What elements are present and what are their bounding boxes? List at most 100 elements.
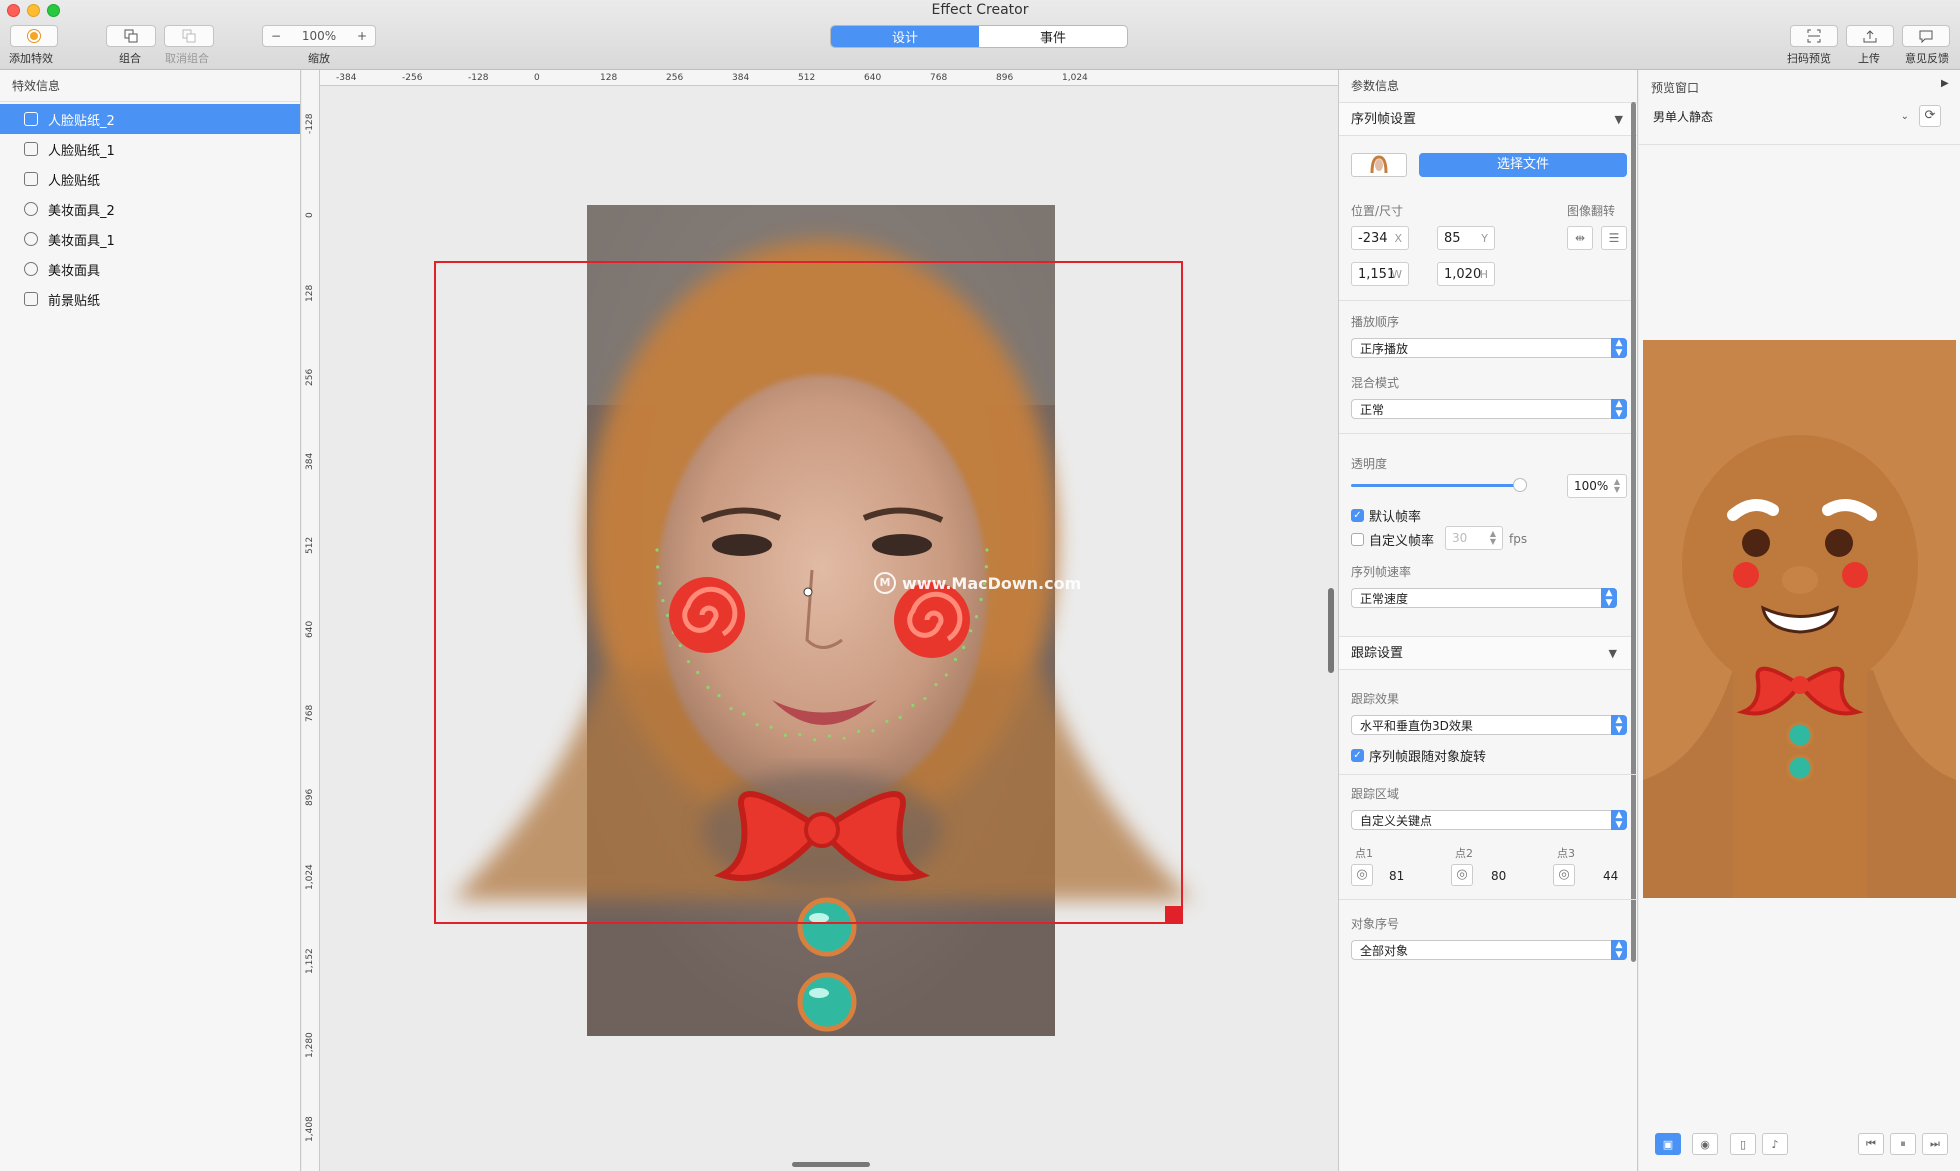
stepper-icon[interactable]: ▲ ▼ [1490,530,1496,546]
portrait-mode-button[interactable]: ▣ [1655,1133,1681,1155]
landmark-dot [962,645,966,650]
pause-button[interactable]: ⏸ [1890,1133,1916,1155]
preview-render [1643,340,1956,898]
layer-item[interactable]: 前景贴纸 [0,284,300,314]
layer-item[interactable]: 人脸贴纸_1 [0,134,300,164]
custom-fps-checkbox[interactable]: 自定义帧率 [1351,530,1434,549]
watermark-text: www.MacDown.com [902,573,1082,593]
point2-value: 80 [1491,869,1507,883]
layer-label: 人脸贴纸_2 [48,113,115,129]
landmark-dot [944,673,948,677]
point3-target-icon[interactable]: ◎ [1553,864,1575,886]
height-field[interactable]: 1,020 H [1437,262,1495,286]
preview-left-eye [1742,529,1770,557]
sequence-section-title: 序列帧设置 [1351,112,1417,127]
select-arrows-icon: ▲ ▼ [1601,588,1617,608]
params-scrollbar[interactable] [1631,102,1636,962]
layer-item[interactable]: 人脸贴纸 [0,164,300,194]
device-button[interactable]: ▯ [1730,1133,1756,1155]
play-order-select[interactable]: 正序播放 ▲ ▼ [1351,338,1627,358]
point2-target-icon[interactable]: ◎ [1451,864,1473,886]
divider [1339,899,1639,900]
landmark-dot [923,696,927,701]
speaker-icon: ♪ [1771,1137,1779,1151]
upload-button[interactable] [1846,25,1894,47]
layers-header: 特效信息 [0,70,300,102]
camera-mode-button[interactable]: ◉ [1692,1133,1718,1155]
x-field[interactable]: -234 X [1351,226,1409,250]
point3-label: 点3 [1557,847,1575,860]
flip-label: 图像翻转 [1567,204,1616,218]
flip-horizontal-button[interactable]: ⇹ [1567,226,1593,250]
previous-frame-button[interactable]: ⏮ [1858,1133,1884,1155]
stepper-icon[interactable]: ▲ ▼ [1614,478,1620,494]
speed-select[interactable]: 正常速度 ▲ ▼ [1351,588,1617,608]
sound-button[interactable]: ♪ [1762,1133,1788,1155]
layer-item[interactable]: 人脸贴纸_2 [0,104,300,134]
layer-item[interactable]: 美妆面具 [0,254,300,284]
model-select[interactable]: 男单人静态 ⌄ [1649,106,1913,126]
canvas-artboard [434,205,1192,1036]
add-effect-button[interactable] [10,25,58,47]
opacity-slider[interactable] [1351,484,1519,487]
thumbnail-button[interactable] [1351,153,1407,177]
layer-item[interactable]: 美妆面具_1 [0,224,300,254]
group-button[interactable] [106,25,156,47]
zoom-out-button[interactable]: − [271,29,281,43]
track-effect-select[interactable]: 水平和垂直伪3D效果 ▲ ▼ [1351,715,1627,735]
point1-target-icon[interactable]: ◎ [1351,864,1373,886]
design-canvas[interactable]: -384 -256 -128 0 128 256 384 512 640 768 896 1,024 … [302,70,1338,1171]
refresh-button[interactable]: ⟳ [1919,105,1941,127]
scan-icon [1807,29,1821,43]
tracking-section-header[interactable]: 跟踪设置 ▼ [1339,636,1631,670]
layer-label: 前景贴纸 [48,293,101,309]
zoom-in-button[interactable]: + [357,29,367,43]
vertical-scrollbar[interactable] [1328,588,1334,673]
feedback-button[interactable] [1902,25,1950,47]
skip-forward-icon: ⏭ [1930,1137,1940,1150]
object-index-select[interactable]: 全部对象 ▲ ▼ [1351,940,1627,960]
landmark-dot [661,598,665,603]
opacity-slider-knob[interactable] [1513,478,1527,492]
blend-mode-select[interactable]: 正常 ▲ ▼ [1351,399,1627,419]
upload-label: 上传 [1858,52,1880,65]
mode-tabs: 设计 事件 [830,25,1128,48]
x-value: -234 [1358,230,1388,246]
mask-icon [24,202,38,216]
tab-design[interactable]: 设计 [831,26,979,47]
landmark-dot [655,548,659,552]
candy-button-top [797,897,857,957]
next-frame-button[interactable]: ⏭ [1922,1133,1948,1155]
point3-value: 44 [1603,869,1619,883]
sticker-icon [24,172,38,186]
group-icon [124,29,138,43]
follow-rotation-checkbox[interactable]: ✓ 序列帧跟随对象旋转 [1351,746,1486,765]
choose-file-button[interactable]: 选择文件 [1419,153,1627,177]
left-cheek-swirl [669,577,745,653]
params-header: 参数信息 [1351,79,1400,93]
model-value: 男单人静态 [1653,109,1714,124]
anchor-point[interactable] [803,587,813,597]
flip-vertical-button[interactable]: ☰ [1601,226,1627,250]
opacity-field[interactable]: 100% ▲ ▼ [1567,474,1627,498]
landmark-dot [827,734,832,738]
layer-item[interactable]: 美妆面具_2 [0,194,300,224]
horizontal-scrollbar[interactable] [792,1162,870,1167]
landmark-dot [729,706,733,711]
sticker-icon [24,142,38,156]
custom-fps-field[interactable]: 30 ▲ ▼ [1445,526,1503,550]
tab-events[interactable]: 事件 [979,26,1127,47]
y-field[interactable]: 85 Y [1437,226,1495,250]
expand-triangle-icon[interactable]: ▶ [1941,78,1949,89]
resize-handle[interactable] [1165,906,1183,924]
sequence-section-header[interactable]: 序列帧设置 ▼ [1339,102,1637,136]
width-field[interactable]: 1,151 W [1351,262,1409,286]
landmark-dot [696,670,700,675]
zoom-value: 100% [301,29,337,43]
landmark-dot [742,712,746,716]
preview-button-top [1786,721,1814,749]
track-region-select[interactable]: 自定义关键点 ▲ ▼ [1351,810,1627,830]
scan-preview-button[interactable] [1790,25,1838,47]
ungroup-button[interactable] [164,25,214,47]
default-fps-checkbox[interactable]: ✓ 默认帧率 [1351,506,1421,525]
